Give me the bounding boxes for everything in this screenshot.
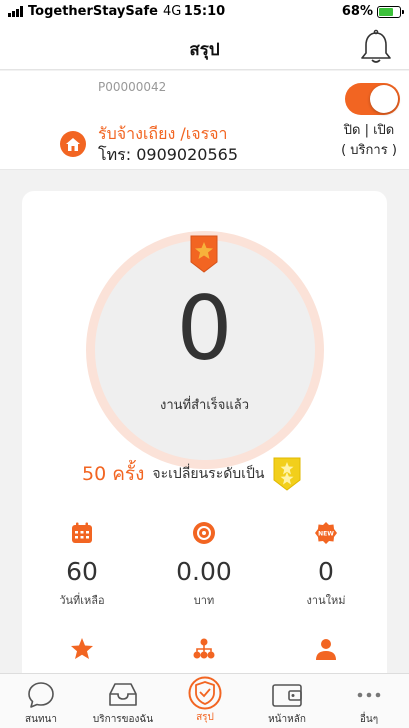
times-to-level: 50 ครั้ง <box>82 463 145 485</box>
days-left-label: วันที่เหลือ <box>59 594 105 607</box>
star-icon[interactable] <box>70 637 94 661</box>
chat-icon <box>28 682 54 708</box>
completed-label: งานที่สำเร็จแล้ว <box>159 398 250 413</box>
new-jobs-label: งานใหม่ <box>306 594 346 607</box>
stat-new-jobs: NEW 0 งานใหม่ <box>266 521 386 609</box>
tab-more-label: อื่นๆ <box>359 714 379 725</box>
inbox-icon <box>109 683 137 706</box>
baht-label: บาท <box>193 594 215 607</box>
days-left-value: 60 <box>66 557 98 586</box>
svg-text:NEW: NEW <box>318 531 334 538</box>
tab-my-services[interactable]: บริการของฉัน <box>82 674 164 728</box>
tab-home-label: หน้าหลัก <box>268 714 306 725</box>
page-title: สรุป <box>189 40 220 60</box>
tab-my-services-label: บริการของฉัน <box>92 714 154 725</box>
tab-home[interactable]: หน้าหลัก <box>246 674 328 728</box>
tab-bar: สนทนา บริการของฉัน สรุป หน้าหลัก อื่นๆ <box>0 673 409 728</box>
completed-count: 0 <box>176 277 233 380</box>
new-jobs-value: 0 <box>318 557 334 586</box>
more-icon <box>357 692 381 698</box>
toggle-service-label: ( บริการ ) <box>341 143 397 158</box>
toggle-off-on-label: ปิด | เปิด <box>343 123 395 138</box>
summary-card: 0 งานที่สำเร็จแล้ว 50 ครั้ง จะเปลี่ยนระด… <box>22 191 387 711</box>
tab-summary-label: สรุป <box>196 712 214 723</box>
battery-percent: 68% <box>341 4 373 19</box>
baht-value: 0.00 <box>176 557 232 586</box>
stat-days-left: 60 วันที่เหลือ <box>22 521 142 609</box>
tab-more[interactable]: อื่นๆ <box>328 674 409 728</box>
tab-chat[interactable]: สนทนา <box>0 674 82 728</box>
person-icon[interactable] <box>314 637 338 661</box>
new-icon: NEW <box>315 522 337 544</box>
home-icon <box>60 131 86 157</box>
wallet-icon <box>272 684 302 707</box>
level-change-text: จะเปลี่ยนระดับเป็น <box>152 466 265 482</box>
provider-id: P00000042 <box>98 80 167 94</box>
toggle-caption: ปิด | เปิด ( บริการ ) <box>333 121 405 161</box>
toggle-knob <box>370 85 398 113</box>
provider-panel: P00000042 รับจ้างเถียง /เจรจา โทร: 09090… <box>0 71 409 170</box>
tab-chat-label: สนทนา <box>25 714 57 725</box>
battery-icon <box>377 5 404 18</box>
nav-header: สรุป <box>0 24 409 70</box>
summary-icon <box>188 676 222 710</box>
status-bar: TogetherStaySafe 4G 15:10 68% <box>0 0 409 24</box>
bell-icon[interactable] <box>359 29 393 65</box>
stat-baht: 0.00 บาท <box>144 521 264 609</box>
network-icon[interactable] <box>192 637 216 661</box>
tab-summary[interactable]: สรุป <box>164 674 246 728</box>
coin-icon <box>193 522 215 544</box>
calendar-icon <box>72 522 92 543</box>
provider-phone: โทร: 0909020565 <box>98 145 239 164</box>
status-right: 68% <box>341 4 404 19</box>
gold-medal-icon <box>273 457 301 491</box>
service-toggle[interactable] <box>345 83 400 115</box>
medal-icon <box>190 235 218 273</box>
level-progress: 50 ครั้ง จะเปลี่ยนระดับเป็น <box>82 456 302 492</box>
